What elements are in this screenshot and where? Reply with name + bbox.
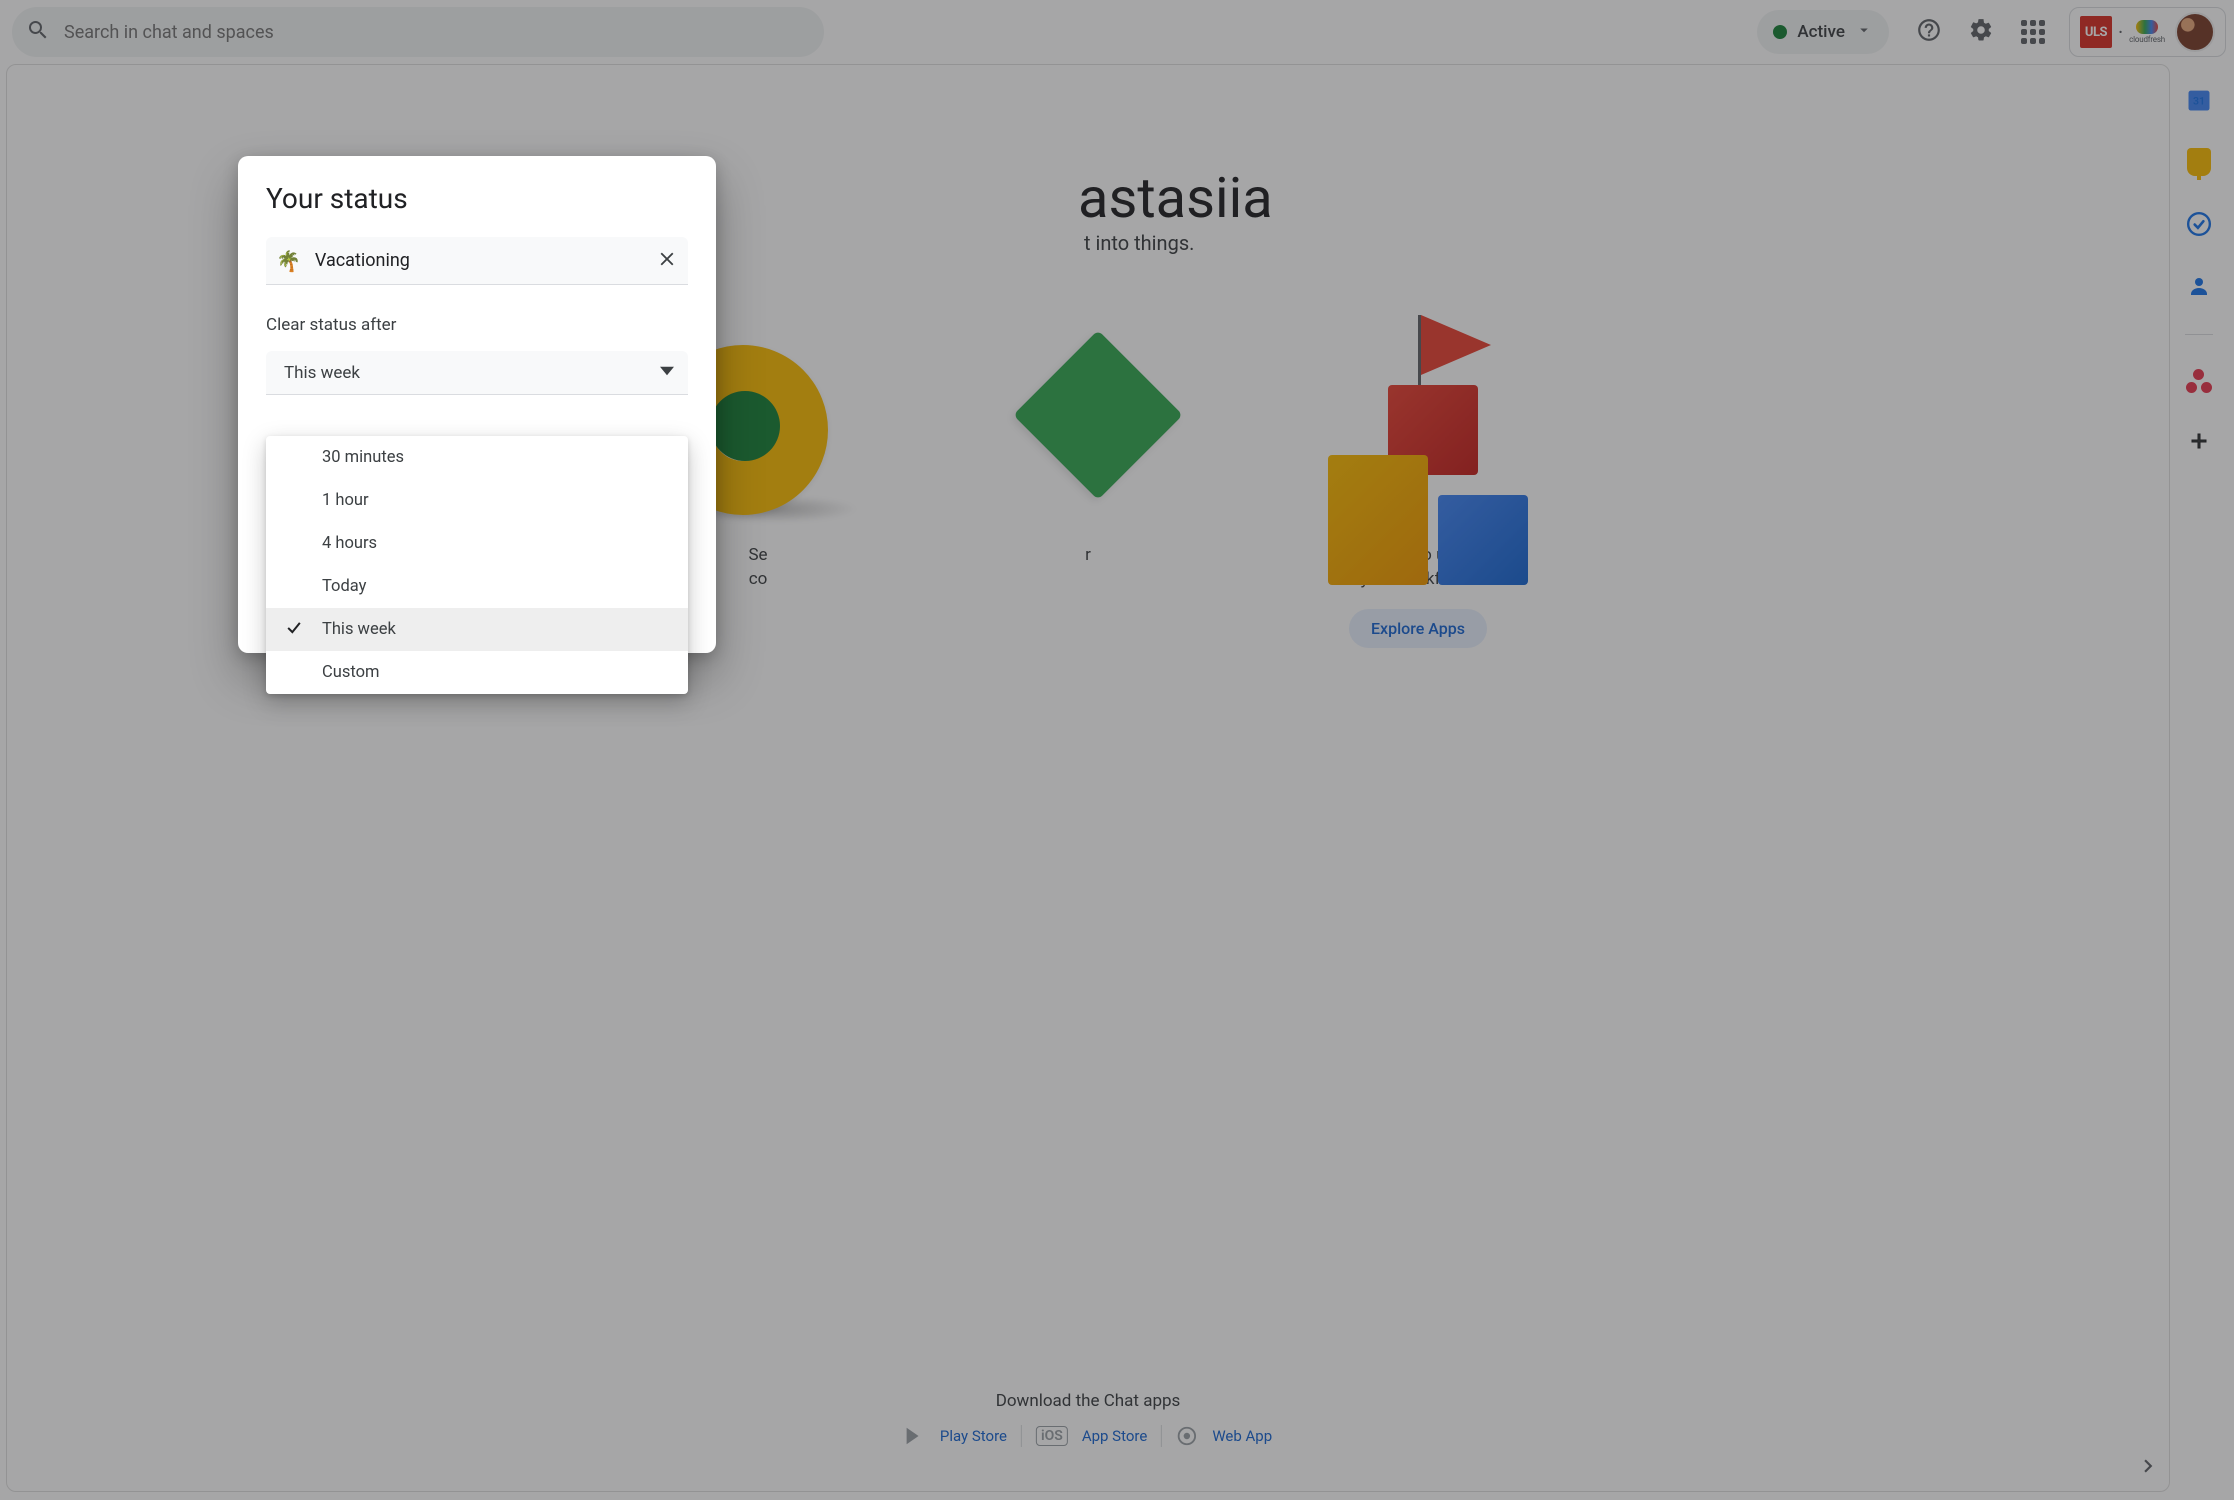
option-today[interactable]: Today — [266, 565, 688, 608]
clear-status-button[interactable] — [656, 248, 678, 274]
modal-title: Your status — [266, 182, 688, 215]
option-label: 30 minutes — [322, 448, 404, 467]
close-icon — [656, 255, 678, 274]
option-label: Custom — [322, 663, 379, 682]
option-label: 1 hour — [322, 491, 369, 510]
status-text-field[interactable]: 🌴 Vacationing — [266, 237, 688, 285]
status-text-value[interactable]: Vacationing — [315, 250, 642, 271]
clear-after-label: Clear status after — [266, 315, 688, 335]
option-label: Today — [322, 577, 366, 596]
option-this-week[interactable]: This week — [266, 608, 688, 651]
option-label: 4 hours — [322, 534, 377, 553]
option-custom[interactable]: Custom — [266, 651, 688, 694]
status-emoji-picker[interactable]: 🌴 — [276, 249, 301, 273]
option-1-hour[interactable]: 1 hour — [266, 479, 688, 522]
option-4-hours[interactable]: 4 hours — [266, 522, 688, 565]
dropdown-triangle-icon — [660, 363, 674, 383]
option-30-minutes[interactable]: 30 minutes — [266, 436, 688, 479]
status-modal: Your status 🌴 Vacationing Clear status a… — [238, 156, 716, 653]
select-value: This week — [284, 363, 360, 383]
clear-after-select[interactable]: This week — [266, 351, 688, 395]
option-label: This week — [322, 620, 396, 639]
clear-after-dropdown: 30 minutes 1 hour 4 hours Today This wee… — [266, 436, 688, 694]
check-icon — [284, 617, 304, 642]
